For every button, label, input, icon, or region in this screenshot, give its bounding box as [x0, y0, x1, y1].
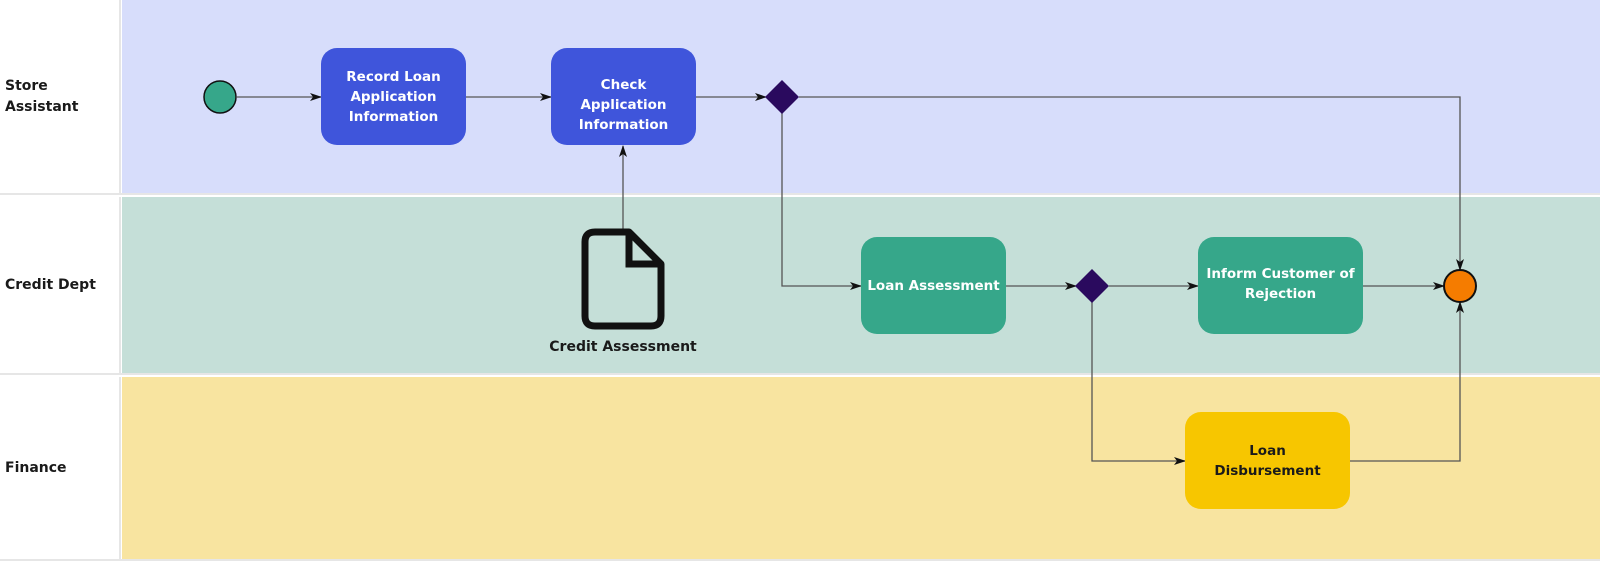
task-loan-assessment[interactable]: Loan Assessment	[861, 237, 1006, 334]
flow-gateway1-to-assessment[interactable]	[781, 113, 862, 290]
task-inform-customer[interactable]: Inform Customer of Rejection	[1198, 237, 1363, 334]
flow-gateway2-to-disbursement[interactable]	[1091, 302, 1186, 465]
gateway-1[interactable]	[765, 80, 799, 114]
start-event[interactable]	[203, 80, 237, 114]
task-check-application[interactable]: Check Application Information	[551, 48, 696, 145]
artifact-label: Credit Assessment	[549, 339, 697, 355]
gateway-2[interactable]	[1075, 269, 1109, 303]
flow-disbursement-to-end[interactable]	[1350, 301, 1464, 462]
task-loan-disbursement[interactable]: Loan Disbursement	[1185, 412, 1350, 509]
document-icon[interactable]	[581, 228, 665, 330]
end-event[interactable]	[1443, 269, 1477, 303]
task-record-loan-application[interactable]: Record Loan Application Information	[321, 48, 466, 145]
